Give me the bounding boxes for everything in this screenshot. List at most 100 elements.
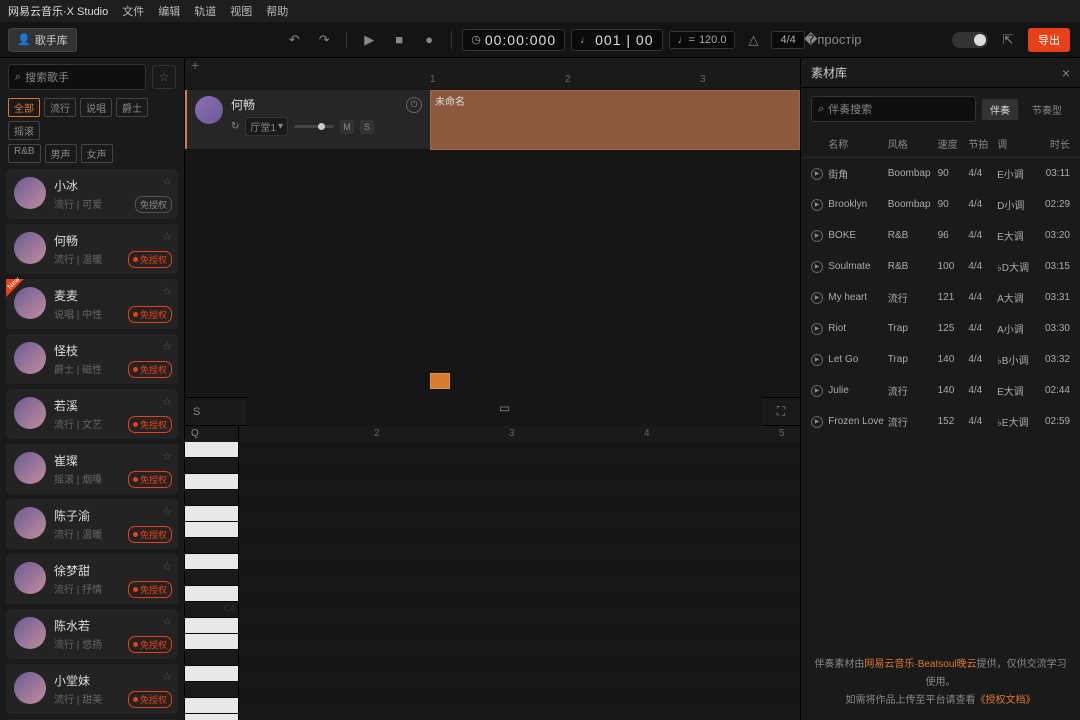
piano-key[interactable]: [185, 442, 238, 458]
menu-file[interactable]: 文件: [122, 3, 144, 19]
menu-track[interactable]: 轨道: [194, 3, 216, 19]
undo-icon[interactable]: ↶: [282, 28, 306, 52]
col-dur[interactable]: 时长: [1037, 136, 1070, 151]
mute-button[interactable]: M: [340, 120, 354, 134]
filter-tag[interactable]: 说唱: [80, 98, 112, 117]
piano-key[interactable]: [185, 506, 238, 522]
loop-icon[interactable]: ↻: [231, 121, 239, 132]
menu-edit[interactable]: 编辑: [158, 3, 180, 19]
exit-button[interactable]: 导出: [1028, 28, 1070, 52]
library-row[interactable]: ▶Frozen Love流行1524/4♭E大调02:59: [801, 406, 1080, 437]
piano-key[interactable]: [185, 714, 238, 720]
play-icon[interactable]: ▶: [811, 230, 823, 242]
play-icon[interactable]: ▶: [811, 354, 823, 366]
play-icon[interactable]: ▶: [811, 323, 823, 335]
piano-key[interactable]: [185, 586, 238, 602]
metronome-toggle-icon[interactable]: △: [741, 28, 765, 52]
grid-ruler[interactable]: 2345: [239, 426, 800, 442]
singer-card[interactable]: 陈水若流行 | 悠扬☆免授权: [6, 609, 178, 659]
tab-rhythm[interactable]: 节奏型: [1024, 99, 1070, 120]
audio-clip[interactable]: 未命名: [430, 90, 800, 150]
track-header[interactable]: 何畅 ⏻ ↻ 厅堂1 ▾ M S: [185, 90, 430, 149]
mixer-icon[interactable]: �простір: [821, 28, 845, 52]
timeline[interactable]: 123: [185, 72, 800, 90]
redo-icon[interactable]: ↷: [312, 28, 336, 52]
play-icon[interactable]: ▶: [811, 168, 823, 180]
singer-card[interactable]: 徐梦甜流行 | 抒情☆免授权: [6, 554, 178, 604]
provider-link[interactable]: 网易云音乐·Beatsoul晚云: [864, 659, 976, 670]
export-icon[interactable]: ⇱: [996, 28, 1020, 52]
tool-c-icon[interactable]: ▭: [494, 398, 516, 418]
favorites-button[interactable]: ☆: [152, 65, 176, 89]
singer-library-button[interactable]: 👤 歌手库: [8, 28, 77, 52]
singer-card[interactable]: 小堂妹流行 | 甜美☆免授权: [6, 664, 178, 714]
midi-grid[interactable]: 2345: [239, 426, 800, 720]
expand-icon[interactable]: ⛶: [770, 402, 792, 422]
star-icon[interactable]: ☆: [162, 450, 172, 463]
library-row[interactable]: ▶Let GoTrap1404/4♭B小调03:32: [801, 344, 1080, 375]
filter-tag[interactable]: 摇滚: [8, 121, 40, 140]
library-row[interactable]: ▶街角Boombap904/4E小调03:11: [801, 158, 1080, 189]
filter-tag[interactable]: 女声: [81, 144, 113, 163]
library-search-input[interactable]: ⌕ 伴奏搜索: [811, 96, 976, 122]
play-icon[interactable]: ▶: [811, 292, 823, 304]
volume-slider[interactable]: [294, 125, 334, 128]
filter-tag[interactable]: 全部: [8, 98, 40, 117]
track-empty-area[interactable]: [185, 150, 800, 397]
piano-key[interactable]: C4: [185, 602, 238, 618]
star-icon[interactable]: ☆: [162, 670, 172, 683]
star-icon[interactable]: ☆: [162, 285, 172, 298]
star-icon[interactable]: ☆: [162, 615, 172, 628]
timesig-display[interactable]: 4/4: [771, 31, 804, 49]
piano-key[interactable]: [185, 682, 238, 698]
time-display[interactable]: ◷ 00:00:000: [462, 29, 565, 51]
singer-card[interactable]: 怪枝爵士 | 磁性☆免授权: [6, 334, 178, 384]
library-row[interactable]: ▶BOKER&B964/4E大调03:20: [801, 220, 1080, 251]
star-icon[interactable]: ☆: [162, 505, 172, 518]
clip-mini[interactable]: [430, 373, 450, 389]
library-row[interactable]: ▶SoulmateR&B1004/4♭D大调03:15: [801, 251, 1080, 282]
piano-key[interactable]: [185, 554, 238, 570]
singer-card[interactable]: 何畅流行 | 温暖☆免授权: [6, 224, 178, 274]
play-icon[interactable]: ▶: [811, 199, 823, 211]
preset-dropdown[interactable]: 厅堂1 ▾: [245, 117, 288, 136]
filter-tag[interactable]: 流行: [44, 98, 76, 117]
library-row[interactable]: ▶RiotTrap1254/4A小调03:30: [801, 313, 1080, 344]
bars-display[interactable]: ♩ 001 | 00: [571, 29, 662, 51]
track-lane[interactable]: 未命名: [430, 90, 800, 149]
stop-icon[interactable]: ■: [387, 28, 411, 52]
library-row[interactable]: ▶Julie流行1404/4E大调02:44: [801, 375, 1080, 406]
piano-key[interactable]: [185, 522, 238, 538]
track-row[interactable]: 何畅 ⏻ ↻ 厅堂1 ▾ M S: [185, 90, 800, 150]
toggle-switch[interactable]: [952, 32, 988, 48]
singer-card[interactable]: 若溪流行 | 文艺☆免授权: [6, 389, 178, 439]
library-row[interactable]: ▶My heart流行1214/4A大调03:31: [801, 282, 1080, 313]
star-icon[interactable]: ☆: [162, 230, 172, 243]
piano-key[interactable]: [185, 618, 238, 634]
col-style[interactable]: 风格: [888, 136, 938, 151]
menu-help[interactable]: 帮助: [266, 3, 288, 19]
close-icon[interactable]: ×: [1062, 65, 1070, 81]
play-icon[interactable]: ▶: [357, 28, 381, 52]
solo-button[interactable]: S: [360, 120, 374, 134]
singer-card[interactable]: 崔璨摇滚 | 烟嗓☆免授权: [6, 444, 178, 494]
license-link[interactable]: 《授权文档》: [976, 695, 1036, 706]
piano-key[interactable]: [185, 538, 238, 554]
menu-view[interactable]: 视图: [230, 3, 252, 19]
filter-tag[interactable]: 爵士: [116, 98, 148, 117]
add-track-icon[interactable]: +: [191, 57, 199, 73]
record-icon[interactable]: ●: [417, 28, 441, 52]
piano-key[interactable]: [185, 490, 238, 506]
piano-key[interactable]: [185, 458, 238, 474]
piano-key[interactable]: [185, 634, 238, 650]
play-icon[interactable]: ▶: [811, 416, 823, 428]
singer-list[interactable]: 小冰流行 | 可爱☆免授权何畅流行 | 温暖☆免授权麦麦说唱 | 中性☆免授权怪…: [0, 165, 184, 720]
col-name[interactable]: 名称: [828, 136, 887, 151]
star-icon[interactable]: ☆: [162, 395, 172, 408]
star-icon[interactable]: ☆: [162, 560, 172, 573]
piano-keys[interactable]: Q C4: [185, 426, 239, 720]
singer-card[interactable]: 麦麦说唱 | 中性☆免授权: [6, 279, 178, 329]
filter-tag[interactable]: R&B: [8, 144, 41, 163]
piano-key[interactable]: [185, 650, 238, 666]
library-row[interactable]: ▶BrooklynBoombap904/4D小调02:29: [801, 189, 1080, 220]
